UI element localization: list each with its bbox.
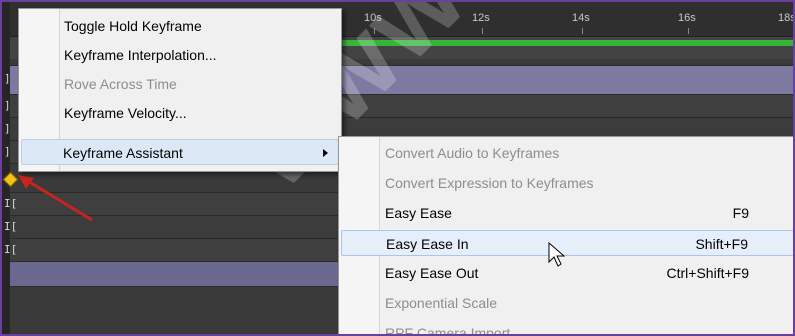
tick-mark [374,28,375,34]
menu-item-label: Easy Ease In [386,236,469,252]
tick-label: 10s [364,12,382,24]
menu-item-easy-ease-in[interactable]: Easy Ease In Shift+F9 [341,230,793,256]
menu-item-shortcut: F9 [732,205,749,221]
tick-label: 14s [572,12,590,24]
tick-label: 18s [778,12,795,24]
red-annotation-arrow [18,175,93,222]
menu-item-label: Easy Ease Out [385,265,479,281]
submenu-arrow-icon [323,149,328,157]
tick-mark [482,28,483,34]
context-menu: Toggle Hold Keyframe Keyframe Interpolat… [18,8,342,172]
menu-item-keyframe-assistant[interactable]: Keyframe Assistant [21,139,339,165]
menu-item-label: Toggle Hold Keyframe [64,18,202,34]
layer-bracket: ] [4,72,11,85]
menu-item-label: Convert Expression to Keyframes [385,175,594,191]
menu-item-convert-audio[interactable]: Convert Audio to Keyframes [341,140,793,166]
tick-label: 16s [678,12,696,24]
menu-item-label: Easy Ease [385,205,452,221]
tick-label: 12s [472,12,490,24]
menu-item-label: Rove Across Time [64,76,177,92]
menu-item-label: Keyframe Assistant [63,145,183,161]
menu-item-shortcut: Ctrl+Shift+F9 [666,265,749,281]
mouse-pointer-icon [548,242,565,267]
menu-item-rpf-camera-import[interactable]: RPF Camera Import [341,320,793,336]
menu-item-easy-ease[interactable]: Easy Ease F9 [341,200,793,226]
layer-bracket: ] [4,99,11,112]
layer-bracket: ] [4,145,11,158]
tick-mark [582,28,583,34]
layer-handle-column [2,2,10,334]
layer-bracket: I[ [4,243,18,256]
menu-item-toggle-hold-keyframe[interactable]: Toggle Hold Keyframe [21,13,339,39]
timeline-panel: 10s 12s 14s 16s 18s ] ] ] ] I[ I[ I[ www… [0,0,795,336]
menu-item-keyframe-interpolation[interactable]: Keyframe Interpolation... [21,42,339,68]
menu-item-keyframe-velocity[interactable]: Keyframe Velocity... [21,100,339,126]
menu-item-label: RPF Camera Import [385,325,511,336]
menu-item-rove-across-time[interactable]: Rove Across Time [21,71,339,97]
layer-bracket: ] [4,122,11,135]
menu-item-convert-expression[interactable]: Convert Expression to Keyframes [341,170,793,196]
menu-item-label: Keyframe Interpolation... [64,47,217,63]
menu-item-label: Exponential Scale [385,295,498,311]
menu-item-shortcut: Shift+F9 [695,236,748,252]
menu-item-label: Keyframe Velocity... [64,105,187,121]
tick-mark [688,28,689,34]
menu-item-easy-ease-out[interactable]: Easy Ease Out Ctrl+Shift+F9 [341,260,793,286]
menu-item-label: Convert Audio to Keyframes [385,145,560,161]
keyframe-assistant-submenu: Convert Audio to Keyframes Convert Expre… [338,136,793,336]
work-area-bar[interactable] [338,40,793,46]
menu-item-exponential-scale[interactable]: Exponential Scale [341,290,793,316]
